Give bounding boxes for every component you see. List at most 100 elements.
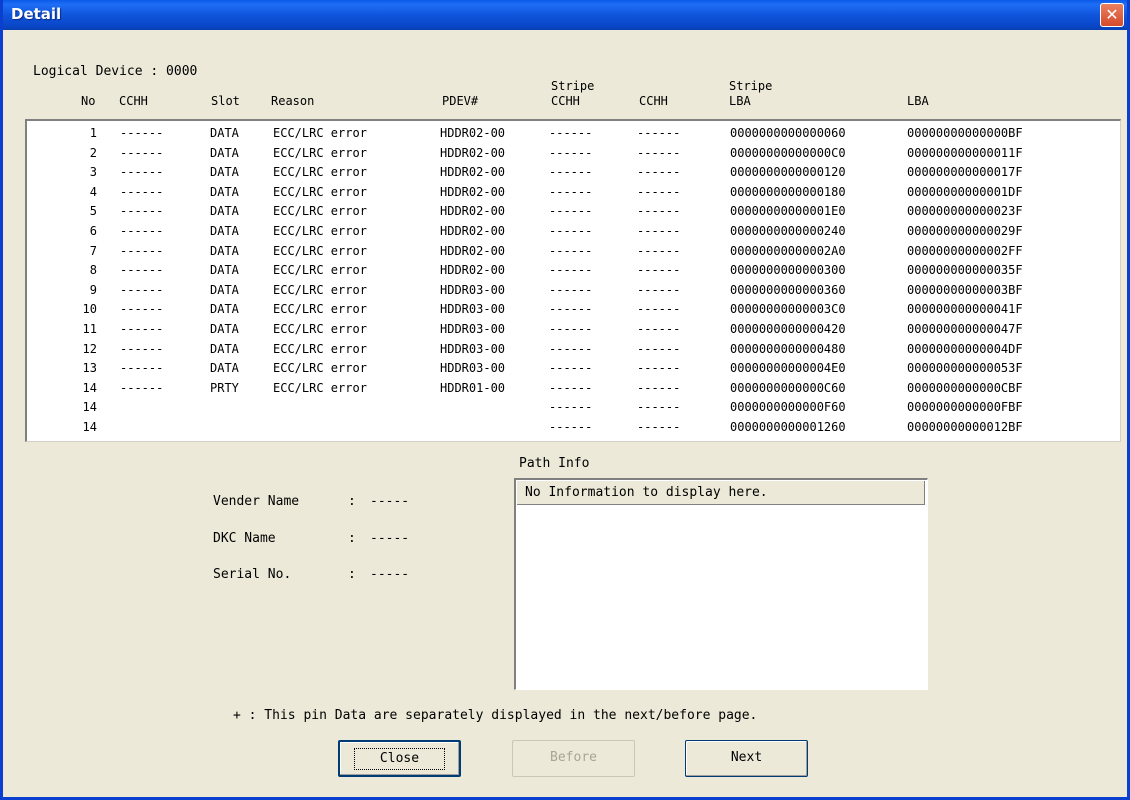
table-row[interactable]: 12 ------ DATA ECC/LRC error HDDR03-00 ------… — [27, 341, 1120, 360]
table-row[interactable]: 7 ------ DATA ECC/LRC error HDDR02-00 ------ -… — [27, 243, 1120, 262]
cell-reason: ECC/LRC error — [273, 126, 367, 140]
cell-scchh: ------ — [549, 243, 593, 258]
cell-scchh: ------ — [549, 224, 593, 238]
col-header-slot: Slot — [211, 94, 240, 108]
cell-cchh2: ------ — [637, 126, 681, 140]
cell-cchh: ------ — [120, 184, 164, 199]
cell-cchh: ------ — [120, 341, 164, 356]
cell-reason: ECC/LRC error — [273, 243, 367, 258]
serial-no-colon: : — [348, 567, 356, 582]
table-row[interactable]: 13 ------ DATA ECC/LRC error HDDR03-00 ------… — [27, 360, 1120, 379]
table-row[interactable]: 2 ------ DATA ECC/LRC error HDDR02-00 ------ -… — [27, 145, 1120, 164]
cell-lba: 000000000000029F — [907, 224, 1023, 238]
table-row[interactable]: 5 ------ DATA ECC/LRC error HDDR02-00 ------ -… — [27, 203, 1120, 222]
cell-lba: 0000000000000CBF — [907, 380, 1023, 395]
cell-reason: ECC/LRC error — [273, 165, 367, 180]
error-list[interactable]: 1 ------ DATA ECC/LRC error HDDR02-00 ------ -… — [25, 119, 1121, 442]
table-row[interactable]: 8 ------ DATA ECC/LRC error HDDR02-00 ------ -… — [27, 262, 1120, 281]
cell-pdev: HDDR02-00 — [440, 243, 506, 258]
table-row[interactable]: 14 ------ ------ 0000000000000F60 0000000000… — [27, 399, 1120, 418]
cell-slot: DATA — [210, 126, 239, 140]
cell-slba: 0000000000000360 — [730, 282, 846, 297]
cell-cchh2: ------ — [637, 361, 681, 376]
cell-reason: ECC/LRC error — [273, 380, 367, 395]
serial-no-value: ----- — [370, 567, 410, 582]
before-button[interactable]: Before — [512, 740, 635, 777]
cell-lba: 000000000000047F — [907, 322, 1023, 336]
cell-slba: 00000000000001E0 — [730, 204, 846, 219]
col-header-reason: Reason — [271, 94, 315, 108]
cell-scchh: ------ — [549, 400, 593, 415]
cell-no: 7 — [89, 243, 97, 258]
cell-no: 3 — [89, 165, 97, 180]
cell-pdev: HDDR03-00 — [440, 361, 506, 376]
close-button[interactable]: Close — [338, 740, 461, 777]
cell-no: 9 — [89, 282, 97, 297]
cell-slba: 00000000000003C0 — [730, 302, 846, 317]
table-row[interactable]: 4 ------ DATA ECC/LRC error HDDR02-00 ------ -… — [27, 184, 1120, 203]
cell-slot: DATA — [210, 165, 239, 180]
cell-lba: 00000000000003BF — [907, 282, 1023, 297]
col-header-stripe-lba-top: Stripe — [729, 79, 773, 93]
path-info-list[interactable]: No Information to display here. — [514, 478, 928, 690]
cell-cchh2: ------ — [637, 302, 681, 317]
title-bar[interactable]: Detail ✕ — [3, 0, 1127, 30]
cell-cchh2: ------ — [637, 184, 681, 199]
table-row[interactable]: 10 ------ DATA ECC/LRC error HDDR03-00 ------… — [27, 301, 1120, 320]
cell-lba: 000000000000053F — [907, 361, 1023, 376]
cell-reason: ECC/LRC error — [273, 361, 367, 376]
cell-lba: 000000000000023F — [907, 204, 1023, 219]
col-header-stripe-cchh-top: Stripe — [551, 79, 595, 93]
cell-pdev: HDDR02-00 — [440, 263, 506, 278]
cell-cchh2: ------ — [637, 224, 681, 238]
table-row[interactable]: 3 ------ DATA ECC/LRC error HDDR02-00 ------ -… — [27, 164, 1120, 183]
table-row[interactable]: 11 ------ DATA ECC/LRC error HDDR03-00 ------… — [27, 321, 1120, 340]
col-header-pdev: PDEV# — [442, 94, 479, 108]
path-info-label: Path Info — [519, 456, 590, 471]
cell-scchh: ------ — [549, 263, 593, 278]
cell-cchh: ------ — [120, 145, 164, 160]
table-row[interactable]: 14 ------ ------ 0000000000001260 0000000000… — [27, 419, 1120, 438]
cell-slba: 0000000000000480 — [730, 341, 846, 356]
cell-slot: DATA — [210, 341, 239, 356]
table-row[interactable]: 14 ------ PRTY ECC/LRC error HDDR01-00 ------… — [27, 380, 1120, 399]
cell-lba: 00000000000004DF — [907, 341, 1023, 356]
cell-no: 10 — [82, 302, 97, 317]
cell-slba: 0000000000000060 — [730, 126, 846, 140]
table-row[interactable]: 6 ------ DATA ECC/LRC error HDDR02-00 ------ -… — [27, 223, 1120, 242]
cell-lba: 00000000000002FF — [907, 243, 1023, 258]
close-window-icon[interactable]: ✕ — [1100, 3, 1124, 27]
cell-cchh: ------ — [120, 380, 164, 395]
cell-slba: 0000000000000C60 — [730, 380, 846, 395]
cell-no: 6 — [89, 224, 97, 238]
next-button-label: Next — [730, 750, 763, 765]
cell-reason: ECC/LRC error — [273, 204, 367, 219]
serial-no-label: Serial No. — [213, 567, 292, 582]
cell-lba: 000000000000011F — [907, 145, 1023, 160]
cell-lba: 00000000000001DF — [907, 184, 1023, 199]
col-header-cchh: CCHH — [119, 94, 148, 108]
table-row[interactable]: 1 ------ DATA ECC/LRC error HDDR02-00 ------ -… — [27, 125, 1120, 144]
cell-reason: ECC/LRC error — [273, 184, 367, 199]
cell-cchh: ------ — [120, 126, 164, 140]
cell-scchh: ------ — [549, 282, 593, 297]
cell-cchh2: ------ — [637, 204, 681, 219]
cell-pdev: HDDR02-00 — [440, 224, 506, 238]
cell-lba: 000000000000017F — [907, 165, 1023, 180]
cell-scchh: ------ — [549, 361, 593, 376]
next-button[interactable]: Next — [685, 740, 808, 777]
cell-slot: DATA — [210, 361, 239, 376]
cell-pdev: HDDR02-00 — [440, 184, 506, 199]
cell-cchh2: ------ — [637, 322, 681, 336]
col-header-cchh2: CCHH — [639, 94, 668, 108]
col-header-stripe-lba-bottom: LBA — [729, 94, 751, 108]
cell-scchh: ------ — [549, 341, 593, 356]
cell-slot: DATA — [210, 184, 239, 199]
cell-reason: ECC/LRC error — [273, 224, 367, 238]
cell-reason: ECC/LRC error — [273, 302, 367, 317]
path-info-message: No Information to display here. — [517, 481, 925, 505]
cell-scchh: ------ — [549, 165, 593, 180]
cell-slot: DATA — [210, 204, 239, 219]
table-row[interactable]: 9 ------ DATA ECC/LRC error HDDR03-00 ------ -… — [27, 282, 1120, 301]
col-header-no: No — [81, 94, 96, 108]
